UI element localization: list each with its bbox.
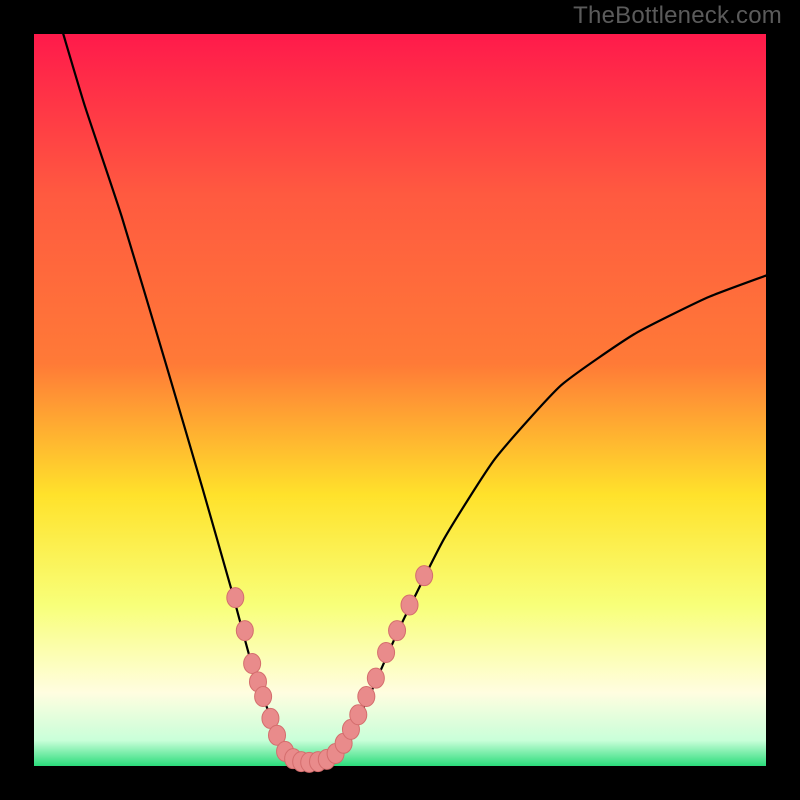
bottleneck-chart <box>0 0 800 800</box>
data-marker <box>367 668 384 688</box>
data-marker <box>244 654 261 674</box>
plot-background <box>34 34 766 766</box>
watermark-text: TheBottleneck.com <box>573 2 782 30</box>
data-marker <box>255 686 272 706</box>
data-marker <box>416 566 433 586</box>
chart-frame: TheBottleneck.com <box>0 0 800 800</box>
data-marker <box>389 621 406 641</box>
data-marker <box>378 643 395 663</box>
data-marker <box>227 588 244 608</box>
data-marker <box>401 595 418 615</box>
data-marker <box>358 686 375 706</box>
data-marker <box>236 621 253 641</box>
data-marker <box>350 705 367 725</box>
